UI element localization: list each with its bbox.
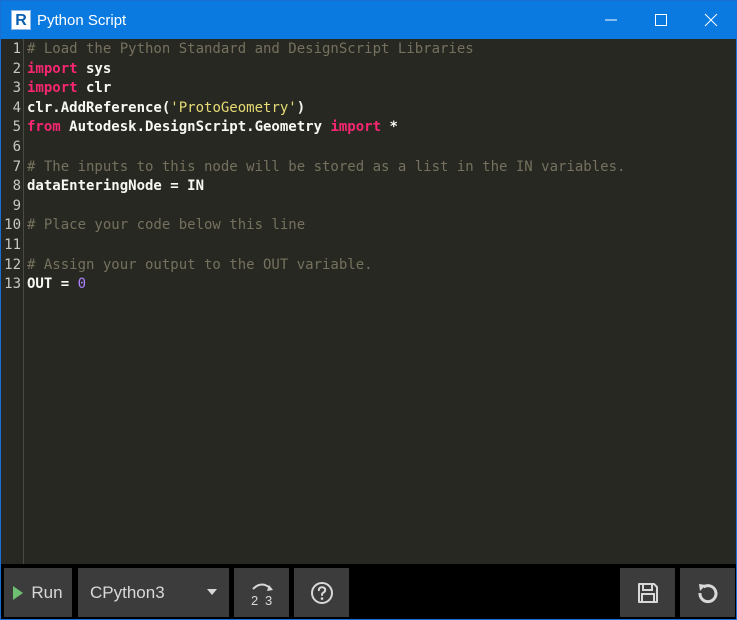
- keyword-text: import: [27, 80, 78, 97]
- revit-app-icon: R: [11, 10, 31, 30]
- code-text: sys: [77, 60, 112, 77]
- run-label: Run: [31, 582, 63, 602]
- window-controls: [586, 1, 736, 39]
- bottom-toolbar: Run CPython3 2 3: [1, 564, 736, 619]
- comment-text: # Place your code below this line: [27, 217, 306, 234]
- line-number: 6: [12, 139, 21, 155]
- line-number: 10: [4, 217, 21, 234]
- python-engine-dropdown[interactable]: CPython3: [78, 568, 229, 617]
- code-text: *: [381, 119, 398, 136]
- help-button[interactable]: [294, 568, 349, 617]
- save-button[interactable]: [620, 568, 675, 617]
- code-line-4: clr.AddReference('ProtoGeometry'): [27, 99, 305, 119]
- line-number: 7: [12, 158, 21, 175]
- window-title: Python Script: [37, 11, 127, 29]
- line-number-gutter: 1 2 3 4 5 6 7 8 9 10 11 12 13: [1, 39, 24, 564]
- code-line-10: # Place your code below this line: [27, 216, 305, 236]
- keyword-text: import: [330, 119, 382, 136]
- close-icon: [704, 13, 718, 27]
- python-migration-icon: 2 3: [251, 583, 273, 608]
- help-icon: [310, 581, 333, 604]
- close-button[interactable]: [686, 1, 736, 39]
- code-editor[interactable]: 1 2 3 4 5 6 7 8 9 10 11 12 13 # Load the…: [1, 39, 736, 564]
- line-number: 4: [12, 99, 21, 116]
- minimize-icon: [605, 19, 617, 21]
- maximize-button[interactable]: [636, 1, 686, 39]
- minimize-button[interactable]: [586, 1, 636, 39]
- string-literal: 'ProtoGeometry': [170, 99, 297, 116]
- code-text: ): [296, 99, 306, 116]
- code-line-1: # Load the Python Standard and DesignScr…: [27, 40, 474, 60]
- maximize-icon: [655, 14, 667, 26]
- migration-assistant-button[interactable]: 2 3: [234, 568, 289, 617]
- comment-text: # Assign your output to the OUT variable…: [27, 256, 373, 273]
- code-line-8: dataEnteringNode = IN: [27, 177, 204, 197]
- code-line-3: import clr: [27, 79, 111, 99]
- line-number: 3: [12, 80, 21, 97]
- svg-text:3: 3: [265, 593, 272, 608]
- code-line-13: OUT = 0: [27, 275, 86, 295]
- code-text: OUT =: [27, 276, 78, 293]
- title-bar[interactable]: R Python Script: [1, 1, 736, 39]
- code-text: dataEnteringNode = IN: [27, 178, 205, 195]
- python-script-window: R Python Script 1 2 3 4 5 6 7 8 9 10 11: [0, 0, 737, 620]
- play-icon: [13, 585, 24, 600]
- run-button[interactable]: Run: [4, 568, 72, 617]
- code-line-2: import sys: [27, 60, 111, 80]
- code-text: clr.AddReference(: [27, 99, 171, 116]
- engine-selected-value: CPython3: [90, 582, 165, 602]
- line-number: 5: [12, 119, 21, 136]
- floppy-disk-icon: [637, 582, 658, 603]
- keyword-text: import: [27, 60, 78, 77]
- chevron-down-icon: [207, 589, 217, 595]
- comment-text: # Load the Python Standard and DesignScr…: [27, 41, 474, 57]
- line-number: 13: [4, 276, 21, 293]
- comment-text: # The inputs to this node will be stored…: [27, 158, 626, 175]
- code-line-5: from Autodesk.DesignScript.Geometry impo…: [27, 118, 398, 138]
- code-line-7: # The inputs to this node will be stored…: [27, 158, 625, 178]
- line-number: 1: [12, 41, 21, 57]
- svg-text:2: 2: [251, 593, 258, 608]
- line-number: 12: [4, 256, 21, 273]
- line-number: 8: [12, 178, 21, 195]
- code-text: Autodesk.DesignScript.Geometry: [60, 119, 331, 136]
- line-number: 2: [12, 60, 21, 77]
- line-number: 11: [4, 237, 21, 253]
- line-number: 9: [12, 197, 21, 214]
- code-line-12: # Assign your output to the OUT variable…: [27, 256, 373, 276]
- number-literal: 0: [77, 276, 87, 293]
- revert-button[interactable]: [680, 568, 735, 617]
- keyword-text: from: [27, 119, 61, 136]
- code-text: clr: [77, 80, 112, 97]
- undo-icon: [697, 583, 717, 603]
